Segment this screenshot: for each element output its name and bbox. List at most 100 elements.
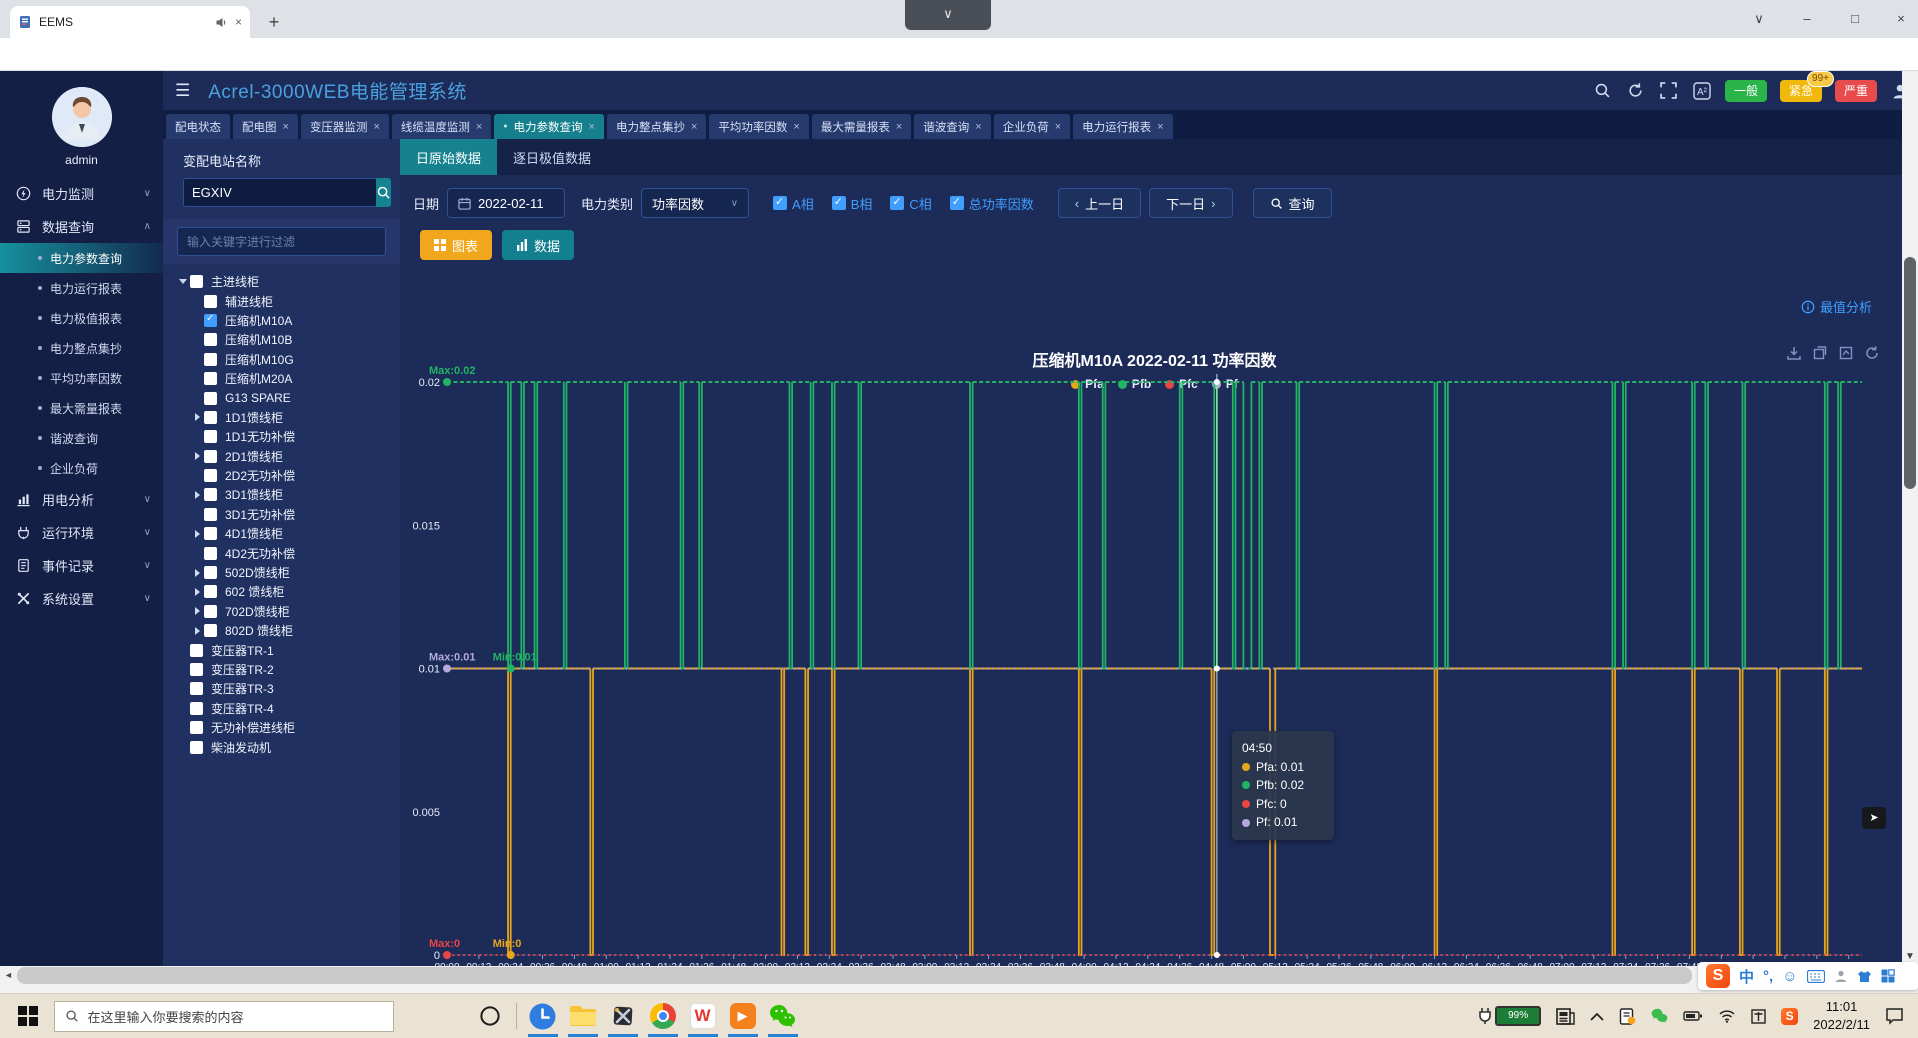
tab-close-icon[interactable]: ×	[896, 121, 902, 133]
tree-item[interactable]: 1D1无功补偿	[163, 427, 400, 446]
tree-item[interactable]: 辅进线柜	[163, 291, 400, 310]
tree-checkbox[interactable]	[190, 741, 203, 754]
window-close-button[interactable]: ×	[1886, 8, 1916, 30]
tree-checkbox[interactable]	[204, 353, 217, 366]
tree-item[interactable]: 无功补偿进线柜	[163, 718, 400, 737]
tree-item[interactable]: 3D1馈线柜	[163, 485, 400, 504]
next-day-button[interactable]: 下一日›	[1149, 188, 1232, 218]
sidebar-item-运行环境[interactable]: 运行环境∨	[0, 516, 163, 549]
tree-checkbox[interactable]	[204, 527, 217, 540]
tree-item[interactable]: 2D2无功补偿	[163, 466, 400, 485]
sidebar-subitem-平均功率因数[interactable]: 平均功率因数	[0, 363, 163, 393]
tree-expander-right[interactable]	[190, 452, 204, 460]
tree-item[interactable]: 变压器TR-2	[163, 660, 400, 679]
tab-close-icon[interactable]: ×	[235, 15, 242, 29]
prev-day-button[interactable]: ‹上一日	[1058, 188, 1141, 218]
tree-expander-down[interactable]	[176, 279, 190, 284]
taskbar-search-box[interactable]: 在这里输入你要搜索的内容	[54, 1001, 394, 1032]
tree-expander-right[interactable]	[190, 569, 204, 577]
tree-item[interactable]: 压缩机M20A	[163, 369, 400, 388]
taskbar-file-explorer[interactable]	[563, 995, 603, 1037]
notification-center-icon[interactable]	[1885, 1007, 1904, 1025]
page-tab[interactable]: 电力运行报表×	[1073, 114, 1172, 139]
taskbar-clock[interactable]: 11:01 2022/2/11	[1813, 998, 1870, 1033]
header-refresh-icon[interactable]	[1626, 81, 1646, 101]
sidebar-subitem-电力参数查询[interactable]: 电力参数查询	[0, 243, 163, 273]
tree-expander-right[interactable]	[190, 413, 204, 421]
taskbar-clock-app[interactable]	[523, 995, 563, 1037]
tree-item[interactable]: 压缩机M10B	[163, 330, 400, 349]
tree-item[interactable]: 压缩机M10A	[163, 311, 400, 330]
tree-checkbox[interactable]	[204, 469, 217, 482]
page-tab[interactable]: 配电图×	[233, 114, 298, 139]
view-tab-日原始数据[interactable]: 日原始数据	[400, 139, 497, 175]
tree-checkbox[interactable]	[204, 430, 217, 443]
tab-close-icon[interactable]: ×	[975, 121, 981, 133]
tray-card-icon[interactable]	[1619, 1008, 1636, 1025]
tree-expander-right[interactable]	[190, 607, 204, 615]
tree-checkbox[interactable]	[204, 295, 217, 308]
page-tab[interactable]: 最大需量报表×	[812, 114, 911, 139]
ime-emoji-icon[interactable]: ☺	[1782, 968, 1797, 985]
tree-filter-input[interactable]	[177, 227, 386, 256]
query-button[interactable]: 查询	[1253, 188, 1332, 218]
tray-wechat-icon[interactable]	[1651, 1008, 1668, 1024]
tree-checkbox[interactable]	[204, 333, 217, 346]
user-avatar[interactable]	[52, 87, 112, 147]
ime-punctuation-icon[interactable]: °,	[1763, 968, 1773, 985]
tab-audio-icon[interactable]	[215, 16, 228, 29]
window-restore-button[interactable]: □	[1840, 8, 1870, 30]
browser-tab[interactable]: EEMS ×	[10, 6, 250, 38]
sidebar-item-系统设置[interactable]: 系统设置∨	[0, 582, 163, 615]
tray-wifi-icon[interactable]	[1718, 1009, 1736, 1023]
sogou-logo-icon[interactable]: S	[1706, 964, 1730, 988]
taskbar-wps[interactable]: W	[683, 995, 723, 1037]
tree-checkbox[interactable]	[204, 585, 217, 598]
vertical-scrollbar-thumb[interactable]	[1904, 257, 1916, 489]
hamburger-menu-icon[interactable]: ☰	[175, 81, 190, 101]
tree-checkbox[interactable]	[204, 392, 217, 405]
tree-item[interactable]: 变压器TR-3	[163, 679, 400, 698]
tree-checkbox[interactable]	[204, 372, 217, 385]
tray-sogou-icon[interactable]: S	[1781, 1008, 1798, 1025]
scroll-left-arrow[interactable]: ◄	[0, 967, 17, 984]
alarm-button-0[interactable]: 一般	[1725, 80, 1767, 102]
tree-checkbox[interactable]	[190, 702, 203, 715]
fullscreen-icon[interactable]	[1659, 81, 1679, 101]
station-name-input[interactable]	[183, 178, 376, 207]
data-view-button[interactable]: 数据	[502, 230, 574, 260]
ime-toolbox-icon[interactable]	[1881, 969, 1895, 983]
tab-close-icon[interactable]: ×	[373, 121, 379, 133]
sidebar-item-用电分析[interactable]: 用电分析∨	[0, 483, 163, 516]
remote-bar-collapsed[interactable]: ∨	[905, 0, 991, 30]
sidebar-subitem-谐波查询[interactable]: 谐波查询	[0, 423, 163, 453]
phase-checkbox-C相[interactable]: C相	[890, 194, 931, 213]
tree-item[interactable]: 变压器TR-1	[163, 640, 400, 659]
ime-keyboard-icon[interactable]	[1807, 970, 1825, 983]
taskbar-tools-app[interactable]	[603, 995, 643, 1037]
tree-item[interactable]: 柴油发动机	[163, 737, 400, 756]
tree-checkbox[interactable]	[190, 682, 203, 695]
tree-checkbox[interactable]	[190, 275, 203, 288]
page-tab[interactable]: 平均功率因数×	[709, 114, 808, 139]
tree-item[interactable]: G13 SPARE	[163, 388, 400, 407]
sidebar-item-电力监测[interactable]: 电力监测∨	[0, 177, 163, 210]
tree-expander-right[interactable]	[190, 588, 204, 596]
tree-item[interactable]: 602 馈线柜	[163, 582, 400, 601]
cortana-button[interactable]	[470, 995, 510, 1037]
page-tab[interactable]: 变压器监测×	[301, 114, 389, 139]
battery-indicator[interactable]: 99%	[1478, 1006, 1541, 1026]
start-button[interactable]	[18, 1006, 38, 1026]
tab-close-icon[interactable]: ×	[476, 121, 482, 133]
ime-mode-chinese[interactable]: 中	[1739, 966, 1754, 987]
page-tab[interactable]: 配电状态	[166, 114, 230, 139]
window-minimize-button[interactable]: –	[1792, 8, 1822, 30]
tree-item[interactable]: 3D1无功补偿	[163, 505, 400, 524]
tab-close-icon[interactable]: ×	[283, 121, 289, 133]
tree-checkbox[interactable]	[204, 547, 217, 560]
taskbar-wechat[interactable]	[763, 995, 803, 1037]
tree-checkbox[interactable]	[204, 624, 217, 637]
date-input[interactable]: 2022-02-11	[447, 188, 565, 218]
translate-icon[interactable]: A²	[1692, 81, 1712, 101]
page-tab[interactable]: ●电力参数查询×	[494, 114, 604, 139]
